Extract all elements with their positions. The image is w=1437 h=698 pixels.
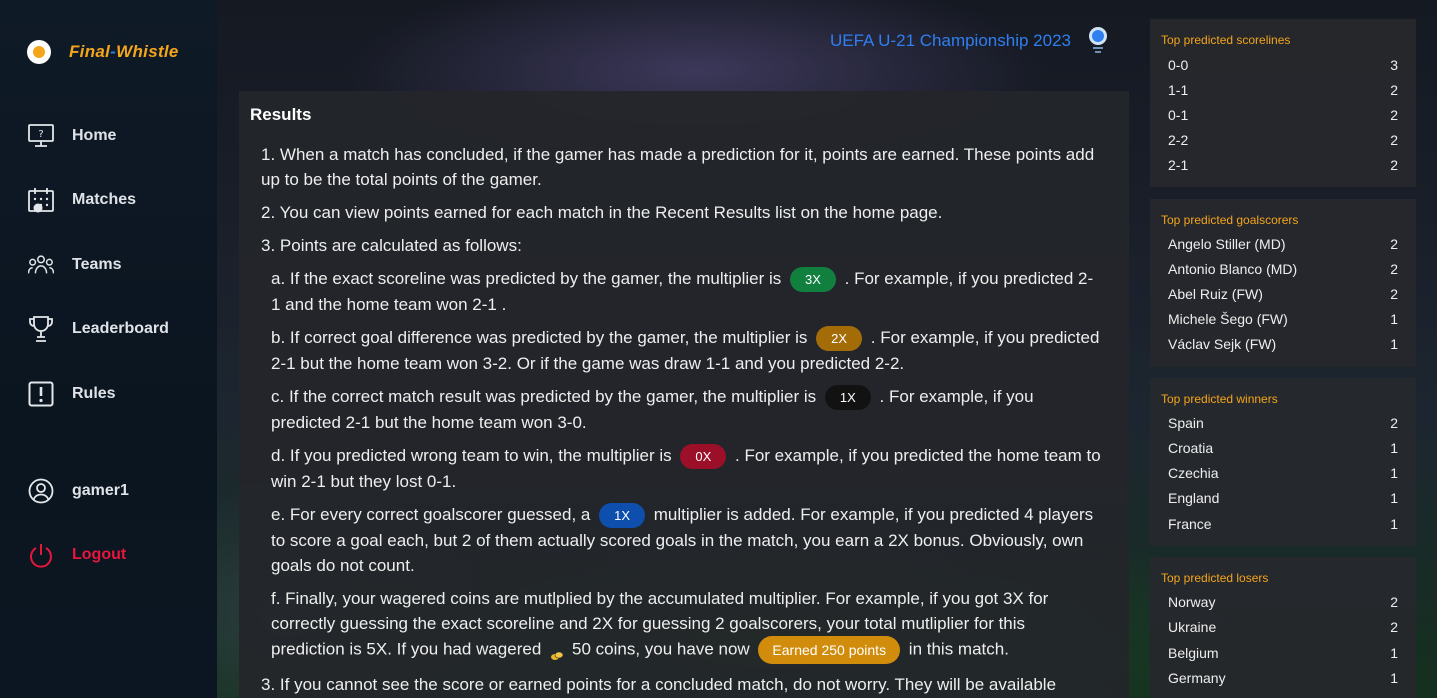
list-item: 1-1 2 — [1168, 82, 1398, 98]
list-item: Antonio Blanco (MD) 2 — [1168, 261, 1398, 277]
username-label: gamer1 — [72, 482, 129, 499]
brand-name: Final-Whistle — [69, 42, 179, 61]
list-item: Spain 2 — [1168, 415, 1398, 431]
nav-leaderboard-label: Leaderboard — [72, 320, 169, 337]
championship-title: UEFA U-21 Championship 2023 — [830, 31, 1071, 50]
nav-matches[interactable]: Matches — [28, 185, 136, 215]
panel-top-winners: Top predicted winners Spain 2 Croatia 1 Cz… — [1150, 378, 1416, 546]
people-icon — [28, 252, 54, 278]
nav-matches-label: Matches — [72, 191, 137, 208]
sidebar: Final-Whistle ? Home Matches Teams Leade… — [0, 0, 217, 698]
tournament-logo-icon — [1087, 26, 1109, 56]
list-item: Norway 2 — [1168, 594, 1398, 610]
football-icon — [27, 40, 51, 64]
results-title: Results — [250, 105, 312, 124]
panel-title: Top predicted scorelines — [1161, 33, 1291, 47]
rule-4: 3. If you cannot see the score or earned… — [261, 675, 1057, 695]
list-item: Václav Sejk (FW) 1 — [1168, 336, 1398, 352]
panel-title: Top predicted losers — [1161, 571, 1269, 585]
logout-button[interactable]: Logout — [28, 540, 126, 570]
exclamation-box-icon — [28, 381, 54, 407]
nav-teams[interactable]: Teams — [28, 250, 122, 280]
panel-top-losers: Top predicted losers Norway 2 Ukraine 2 Be… — [1150, 557, 1416, 698]
brand-logo[interactable]: Final-Whistle — [27, 40, 179, 64]
list-item: England 1 — [1168, 490, 1398, 506]
panel-title: Top predicted winners — [1161, 392, 1278, 406]
list-item: 2-1 2 — [1168, 157, 1398, 173]
list-item: Abel Ruiz (FW) 2 — [1168, 286, 1398, 302]
nav-rules-label: Rules — [72, 385, 116, 402]
nav-home[interactable]: ? Home — [28, 121, 116, 151]
list-item: Germany 1 — [1168, 670, 1398, 686]
user-profile[interactable]: gamer1 — [28, 476, 129, 506]
list-item: 0-0 3 — [1168, 57, 1398, 73]
multiplier-badge-1x: 1X — [824, 385, 871, 411]
rules-list: 1. When a match has concluded, if the ga… — [261, 142, 1101, 698]
calendar-icon — [28, 187, 54, 213]
monitor-question-icon: ? — [28, 123, 54, 149]
logout-label: Logout — [72, 546, 127, 563]
rule-3e: e. For every correct goalscorer guessed,… — [271, 503, 1094, 576]
list-item: Ukraine 2 — [1168, 619, 1398, 635]
coins-icon — [550, 644, 564, 661]
svg-text:?: ? — [38, 129, 43, 140]
multiplier-badge-3x: 3X — [789, 267, 836, 293]
rule-3f: f. Finally, your wagered coins are mutlp… — [271, 586, 1101, 665]
power-icon — [28, 542, 54, 568]
multiplier-badge-2x: 2X — [816, 326, 863, 352]
rule-1: 1. When a match has concluded, if the ga… — [261, 145, 1095, 189]
goalscorer-badge-1x: 1X — [599, 503, 646, 529]
trophy-icon — [28, 316, 54, 342]
list-item: 0-1 2 — [1168, 107, 1398, 123]
nav-teams-label: Teams — [72, 256, 122, 273]
list-item: Angelo Stiller (MD) 2 — [1168, 236, 1398, 252]
rule-3c: c. If the correct match result was predi… — [271, 385, 1034, 433]
list-item: Croatia 1 — [1168, 440, 1398, 456]
nav-leaderboard[interactable]: Leaderboard — [28, 314, 169, 344]
results-panel: Results 1. When a match has concluded, i… — [239, 91, 1129, 698]
rule-3b: b. If correct goal difference was predic… — [271, 326, 1100, 374]
user-circle-icon — [28, 478, 54, 504]
list-item: Belgium 1 — [1168, 645, 1398, 661]
earned-points-badge: Earned 250 points — [758, 636, 901, 665]
list-item: Michele Šego (FW) 1 — [1168, 311, 1398, 327]
nav-home-label: Home — [72, 127, 117, 144]
panel-top-goalscorers: Top predicted goalscorers Angelo Stiller… — [1150, 199, 1416, 367]
nav-rules[interactable]: Rules — [28, 379, 116, 409]
list-item: France 1 — [1168, 516, 1398, 532]
rule-3a: a. If the exact scoreline was predicted … — [271, 267, 1094, 315]
multiplier-badge-0x: 0X — [680, 444, 727, 470]
list-item: Czechia 1 — [1168, 465, 1398, 481]
panel-title: Top predicted goalscorers — [1161, 213, 1299, 227]
rule-2: 2. You can view points earned for each m… — [261, 203, 943, 222]
panel-top-scorelines: Top predicted scorelines 0-0 3 1-1 2 0-1 2 … — [1150, 19, 1416, 187]
championship-header: UEFA U-21 Championship 2023 — [830, 26, 1109, 56]
rule-3: 3. Points are calculated as follows: — [261, 236, 522, 255]
list-item: 2-2 2 — [1168, 132, 1398, 148]
rule-3d: d. If you predicted wrong team to win, t… — [271, 444, 1101, 492]
